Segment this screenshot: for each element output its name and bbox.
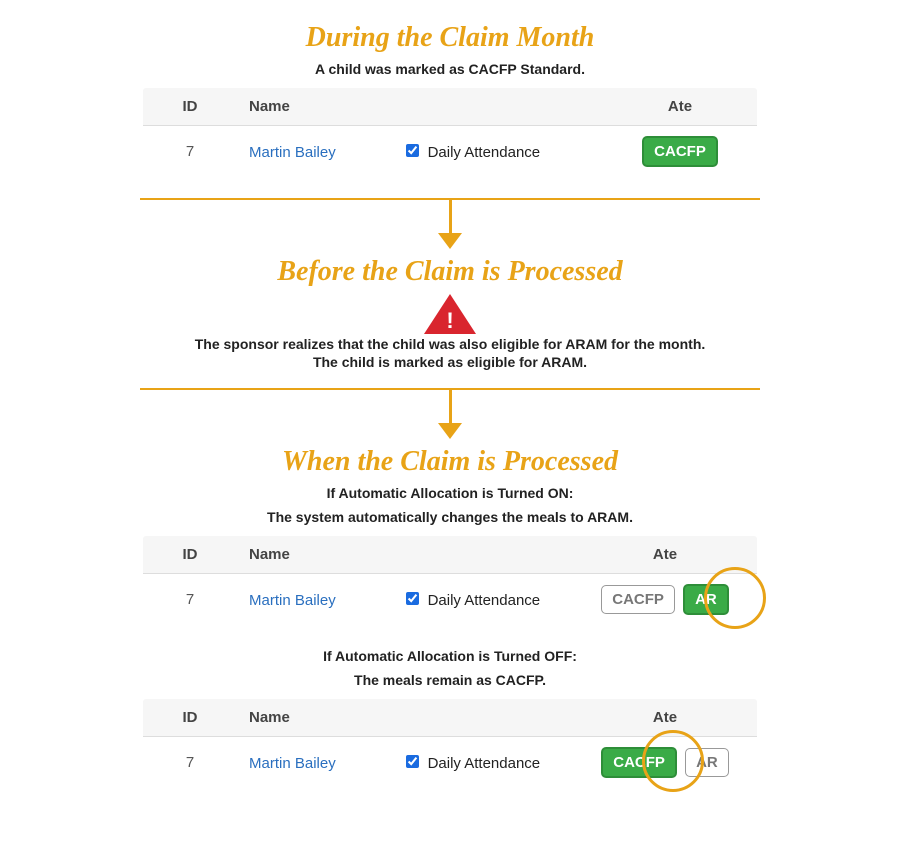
- daily-attendance-label: Daily Attendance: [428, 755, 541, 772]
- arrow-down-icon: [438, 233, 462, 249]
- cacfp-badge-active[interactable]: CACFP: [601, 747, 677, 778]
- daily-attendance-label: Daily Attendance: [428, 144, 541, 161]
- auto-off-sub: The meals remain as CACFP.: [30, 672, 870, 688]
- section1-table-wrap: ID Name Ate 7 Martin Bailey Daily Attend…: [140, 85, 760, 180]
- auto-on-sub: The system automatically changes the mea…: [30, 509, 870, 525]
- child-name-link[interactable]: Martin Bailey: [249, 755, 336, 772]
- cell-ate: CACFP AR: [573, 736, 759, 789]
- col-name: Name: [237, 697, 573, 736]
- table-row: 7 Martin Bailey Daily Attendance CACFP A…: [142, 573, 759, 626]
- col-ate: Ate: [573, 697, 759, 736]
- col-name: Name: [237, 86, 603, 125]
- arrow-down-icon: [438, 423, 462, 439]
- cacfp-badge-inactive[interactable]: CACFP: [601, 585, 675, 614]
- auto-off-title: If Automatic Allocation is Turned OFF:: [30, 648, 870, 664]
- section3-off-table: ID Name Ate 7 Martin Bailey Daily Attend…: [140, 696, 760, 791]
- section1-heading: During the Claim Month: [30, 21, 870, 55]
- daily-attendance-checkbox[interactable]: [406, 144, 419, 157]
- cell-name: Martin Bailey Daily Attendance: [237, 125, 603, 178]
- cell-id: 7: [142, 573, 238, 626]
- cell-name: Martin Bailey Daily Attendance: [237, 573, 573, 626]
- table-row: 7 Martin Bailey Daily Attendance CACFP A…: [142, 736, 759, 789]
- arrow-stem-2: [449, 389, 452, 423]
- col-id: ID: [142, 86, 238, 125]
- cacfp-badge[interactable]: CACFP: [642, 136, 718, 167]
- child-name-link[interactable]: Martin Bailey: [249, 592, 336, 609]
- daily-attendance-checkbox[interactable]: [406, 755, 419, 768]
- section2-heading: Before the Claim is Processed: [30, 255, 870, 289]
- col-id: ID: [142, 534, 238, 573]
- child-name-link[interactable]: Martin Bailey: [249, 144, 336, 161]
- cell-ate: CACFP AR: [573, 573, 759, 626]
- daily-attendance-label: Daily Attendance: [428, 592, 541, 609]
- cell-id: 7: [142, 736, 238, 789]
- cell-name: Martin Bailey Daily Attendance: [237, 736, 573, 789]
- cell-id: 7: [142, 125, 238, 178]
- col-name: Name: [237, 534, 573, 573]
- col-id: ID: [142, 697, 238, 736]
- ar-badge-inactive[interactable]: AR: [685, 748, 729, 777]
- daily-attendance-checkbox[interactable]: [406, 592, 419, 605]
- section3-off-table-wrap: ID Name Ate 7 Martin Bailey Daily Attend…: [140, 696, 760, 791]
- section1-subtext: A child was marked as CACFP Standard.: [30, 61, 870, 77]
- col-ate: Ate: [573, 534, 759, 573]
- warning-icon: !: [424, 294, 476, 334]
- cell-ate: CACFP: [603, 125, 759, 178]
- arrow-stem-1: [449, 199, 452, 233]
- ar-badge-active[interactable]: AR: [683, 584, 729, 615]
- auto-on-title: If Automatic Allocation is Turned ON:: [30, 485, 870, 501]
- col-ate: Ate: [603, 86, 759, 125]
- section3-on-table: ID Name Ate 7 Martin Bailey Daily Attend…: [140, 533, 760, 628]
- section2-line2: The child is marked as eligible for ARAM…: [30, 354, 870, 370]
- section2-line1: The sponsor realizes that the child was …: [30, 336, 870, 352]
- section3-on-table-wrap: ID Name Ate 7 Martin Bailey Daily Attend…: [140, 533, 760, 628]
- table-row: 7 Martin Bailey Daily Attendance CACFP: [142, 125, 759, 178]
- section1-table: ID Name Ate 7 Martin Bailey Daily Attend…: [140, 85, 760, 180]
- section3-heading: When the Claim is Processed: [30, 445, 870, 479]
